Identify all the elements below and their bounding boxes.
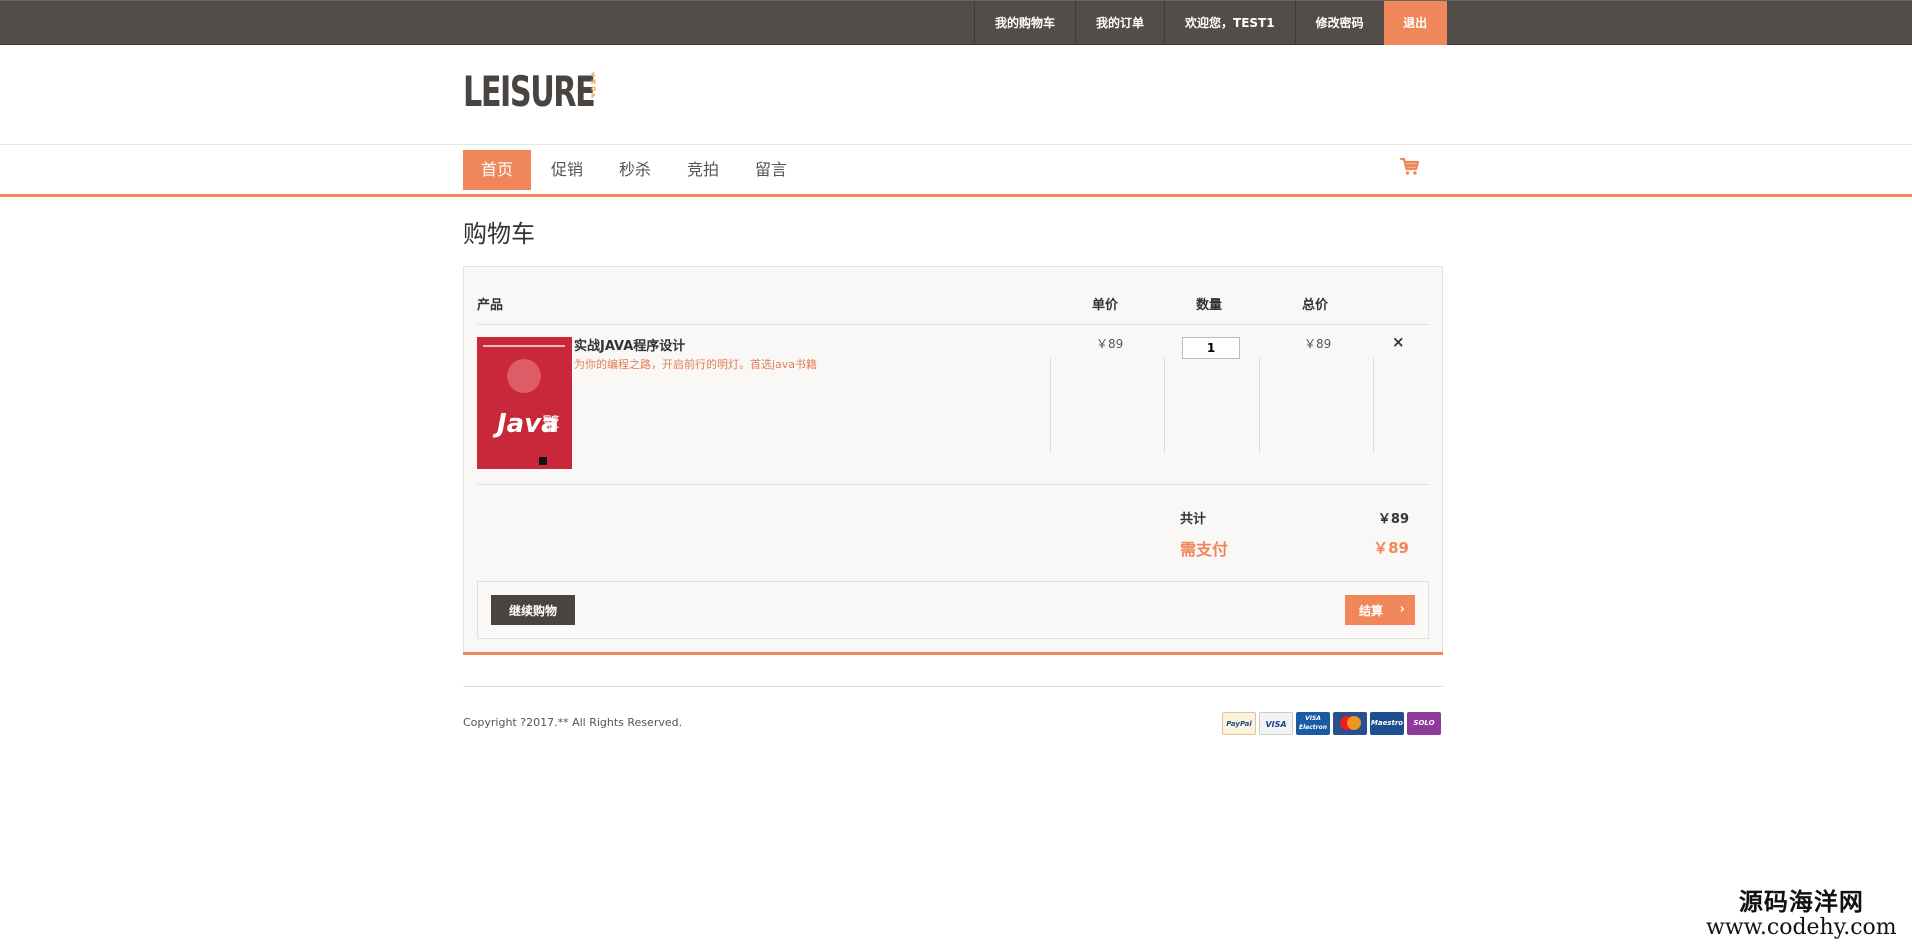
amount-due-label: 需支付 <box>1180 540 1229 559</box>
nav-item-promotion[interactable]: 促销 <box>533 150 601 190</box>
top-bar: 我的购物车 我的订单 欢迎您，TEST1 修改密码 退出 <box>0 0 1912 45</box>
remove-item-icon[interactable]: × <box>1392 333 1405 351</box>
row-divider-line <box>477 484 1429 485</box>
column-divider <box>1259 358 1260 452</box>
product-description: 为你的编程之路，开启前行的明灯。首选java书籍 <box>574 358 818 371</box>
item-total-price: ￥89 <box>1304 337 1332 351</box>
paypal-icon: PayPal <box>1222 712 1256 735</box>
site-watermark: 源码海洋网 www.codehy.com <box>1706 888 1897 940</box>
nav-item-flash-sale[interactable]: 秒杀 <box>601 150 669 190</box>
continue-shopping-button[interactable]: 继续购物 <box>491 595 575 625</box>
watermark-name: 源码海洋网 <box>1738 888 1864 916</box>
welcome-user-link[interactable]: 欢迎您，TEST1 <box>1164 1 1295 45</box>
column-divider <box>1373 358 1374 452</box>
item-unit-price: ￥89 <box>1096 337 1124 351</box>
cart-actions <box>477 581 1429 639</box>
logout-button[interactable]: 退出 <box>1383 1 1447 45</box>
logo-subtext: SHOP <box>591 72 597 100</box>
logo-wordmark: LEISURE <box>463 67 596 116</box>
page-title: 购物车 <box>463 220 535 248</box>
visa-electron-icon: VISA Electron <box>1296 712 1330 735</box>
mastercard-circles <box>1340 716 1361 730</box>
footer-divider <box>463 686 1443 687</box>
column-divider <box>1050 358 1051 452</box>
subtotal-value: ￥89 <box>1377 512 1409 527</box>
header-divider <box>0 144 1912 145</box>
quantity-input[interactable] <box>1182 337 1240 359</box>
amount-due-value: ￥89 <box>1373 539 1409 557</box>
column-divider <box>1164 358 1165 452</box>
nav-accent-rule <box>0 194 1912 197</box>
nav-item-auction[interactable]: 竞拍 <box>669 150 737 190</box>
copyright-text: Copyright ?2017.** All Rights Reserved. <box>463 716 683 729</box>
header-unit-price: 单价 <box>1092 298 1119 313</box>
header-divider-line <box>477 324 1429 325</box>
header-product: 产品 <box>477 298 504 313</box>
mastercard-icon <box>1333 712 1367 735</box>
cover-graphic <box>507 359 541 393</box>
visa-icon: VISA <box>1259 712 1293 735</box>
top-links: 我的购物车 我的订单 欢迎您，TEST1 修改密码 退出 <box>974 1 1447 45</box>
header-quantity: 数量 <box>1196 298 1223 313</box>
cart-panel-accent <box>463 652 1443 655</box>
nav-item-home[interactable]: 首页 <box>463 150 531 190</box>
product-image[interactable]: Java 程序设计 <box>477 337 572 469</box>
shopping-cart-icon[interactable] <box>1398 154 1422 178</box>
checkout-button[interactable]: 结算 › <box>1345 595 1415 625</box>
watermark-url: www.codehy.com <box>1706 915 1897 940</box>
cover-mark <box>539 457 547 465</box>
my-cart-link[interactable]: 我的购物车 <box>974 1 1075 45</box>
site-logo[interactable]: LEISURE SHOP <box>463 66 645 118</box>
cover-subtitle: 程序设计 <box>543 415 559 433</box>
change-password-link[interactable]: 修改密码 <box>1294 1 1384 45</box>
cover-line <box>483 345 565 347</box>
checkout-label: 结算 <box>1359 604 1384 618</box>
nav-item-messages[interactable]: 留言 <box>737 150 805 190</box>
chevron-right-icon: › <box>1399 602 1405 617</box>
my-orders-link[interactable]: 我的订单 <box>1075 1 1164 45</box>
payment-methods: PayPal VISA VISA Electron Maestro SOLO <box>1222 712 1441 735</box>
main-nav: 首页 促销 秒杀 竞拍 留言 <box>463 150 805 190</box>
header-total: 总价 <box>1302 298 1329 313</box>
product-name[interactable]: 实战JAVA程序设计 <box>574 335 685 354</box>
subtotal-label: 共计 <box>1180 512 1207 527</box>
maestro-icon: Maestro <box>1370 712 1404 735</box>
solo-icon: SOLO <box>1407 712 1441 735</box>
